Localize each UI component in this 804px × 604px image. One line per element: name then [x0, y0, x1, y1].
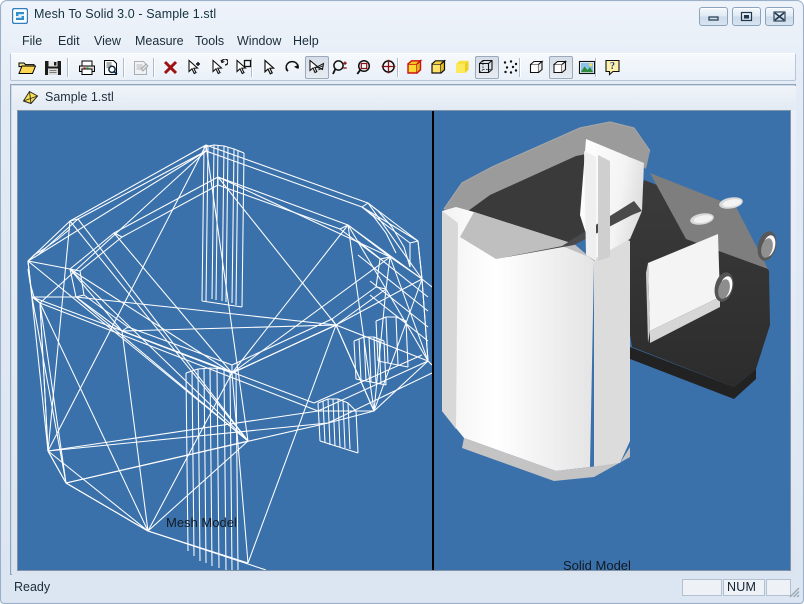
zoom-in-out-button[interactable] — [329, 56, 353, 79]
status-bar: Ready NUM — [5, 577, 800, 599]
view-iso-1-button[interactable] — [525, 56, 549, 79]
properties-button[interactable] — [129, 56, 153, 79]
resize-grip-icon[interactable] — [787, 585, 800, 598]
toolbar: ? — [10, 53, 796, 81]
mesh-model-wireframe — [27, 144, 432, 570]
mesh-pane-label: Mesh Model — [166, 515, 237, 530]
toolbar-separator — [123, 58, 125, 77]
menu-measure[interactable]: Measure — [131, 33, 188, 49]
document-tab-bar: Sample 1.stl — [12, 86, 796, 110]
smooth-shade-button[interactable] — [451, 56, 475, 79]
num-lock-indicator: NUM — [727, 580, 757, 594]
title-bar: Mesh To Solid 3.0 - Sample 1.stl — [2, 2, 802, 29]
close-button[interactable] — [765, 7, 794, 26]
status-message: Ready — [14, 580, 51, 594]
menu-view[interactable]: View — [90, 33, 125, 49]
bounding-box-button[interactable] — [403, 56, 427, 79]
viewport-frame: Mesh Model Solid Model — [17, 110, 791, 571]
delete-button[interactable] — [159, 56, 183, 79]
pan-tool-button[interactable] — [305, 56, 329, 79]
status-pane-left — [682, 579, 722, 596]
svg-text:?: ? — [610, 61, 615, 72]
add-selection-button[interactable] — [183, 56, 207, 79]
toolbar-separator — [153, 58, 155, 77]
box-selection-button[interactable] — [231, 56, 255, 79]
open-file-button[interactable] — [15, 56, 39, 79]
zoom-window-button[interactable] — [353, 56, 377, 79]
print-button[interactable] — [75, 56, 99, 79]
point-cloud-button[interactable] — [499, 56, 523, 79]
rotate-tool-button[interactable] — [281, 56, 305, 79]
shaded-mesh-button[interactable] — [427, 56, 451, 79]
solid-model-shaded — [442, 121, 777, 481]
print-preview-button[interactable] — [99, 56, 123, 79]
zoom-all-button[interactable] — [377, 56, 401, 79]
undo-selection-button[interactable] — [207, 56, 231, 79]
window-frame-inner: Mesh To Solid 3.0 - Sample 1.stl File Ed… — [2, 2, 802, 602]
mesh-to-solid-logo-icon — [11, 7, 29, 25]
mesh-triangle-icon — [22, 90, 39, 106]
document-window: Sample 1.stl Mesh Model Solid Model — [12, 86, 796, 575]
menu-file[interactable]: File — [18, 33, 46, 49]
minimize-button[interactable] — [699, 7, 728, 26]
application-window: Mesh To Solid 3.0 - Sample 1.stl File Ed… — [0, 0, 804, 604]
viewport-3d[interactable]: Mesh Model Solid Model — [18, 111, 790, 570]
menu-edit[interactable]: Edit — [54, 33, 84, 49]
menu-window[interactable]: Window — [233, 33, 285, 49]
window-title: Mesh To Solid 3.0 - Sample 1.stl — [34, 7, 217, 21]
mdi-client-area: Sample 1.stl Mesh Model Solid Model — [10, 84, 796, 575]
select-tool-button[interactable] — [257, 56, 281, 79]
solid-pane-label: Solid Model — [563, 558, 631, 571]
view-iso-2-button[interactable] — [549, 56, 573, 79]
document-tab-title[interactable]: Sample 1.stl — [45, 90, 114, 104]
help-button[interactable]: ? — [601, 56, 625, 79]
menu-bar: File Edit View Measure Tools Window Help — [12, 32, 792, 52]
maximize-button[interactable] — [732, 7, 761, 26]
menu-help[interactable]: Help — [289, 33, 323, 49]
wireframe-button[interactable] — [475, 56, 499, 79]
snapshot-button[interactable] — [575, 56, 599, 79]
save-file-button[interactable] — [41, 56, 65, 79]
toolbar-separator — [67, 58, 69, 77]
menu-tools[interactable]: Tools — [191, 33, 228, 49]
